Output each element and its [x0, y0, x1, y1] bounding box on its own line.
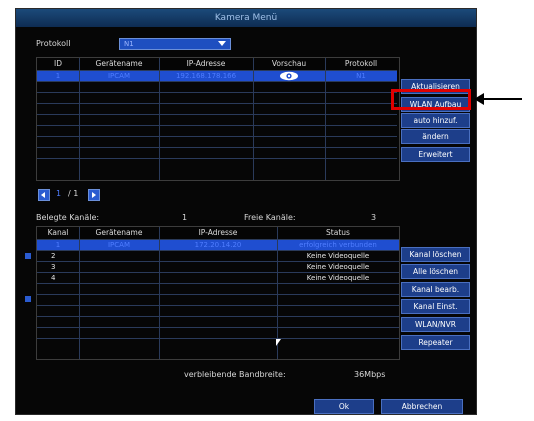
table-row[interactable] — [37, 338, 399, 349]
row-marker-icon — [25, 253, 31, 259]
cell-name: IPCAM — [107, 241, 130, 249]
free-channels-value: 3 — [371, 213, 377, 222]
table-row[interactable] — [37, 125, 397, 136]
edit-button[interactable]: ändern — [401, 129, 470, 144]
cell-name — [79, 262, 159, 272]
column-divider — [79, 227, 80, 359]
table-row[interactable]: 4 Keine Videoquelle — [37, 272, 399, 283]
table-row[interactable] — [37, 136, 397, 147]
cell-ip: 172.20.14.20 — [194, 241, 242, 249]
device-search-header: ID Gerätename IP-Adresse Vorschau Protokoll — [37, 58, 397, 70]
edit-channel-button[interactable]: Kanal bearb. — [401, 282, 470, 297]
cell-ch: 3 — [51, 263, 56, 271]
table-row[interactable]: 3 Keine Videoquelle — [37, 261, 399, 272]
cell-name — [79, 273, 159, 283]
table-row[interactable]: 1 IPCAM 172.20.14.20 erfolgreich verbunden — [37, 239, 399, 250]
table-row[interactable] — [37, 294, 399, 305]
column-header: Vorschau — [271, 59, 307, 68]
channel-table-header: Kanal Gerätename IP-Adresse Status — [37, 227, 399, 239]
protocol-value: N1 — [124, 40, 134, 48]
table-row[interactable] — [37, 283, 399, 294]
used-channels-label: Belegte Kanäle: — [36, 213, 100, 222]
column-divider — [79, 58, 80, 180]
cancel-button[interactable]: Abbrechen — [381, 399, 463, 414]
bandwidth-label: verbleibende Bandbreite: — [184, 370, 286, 379]
column-header: Kanal — [47, 228, 69, 237]
cell-ip — [159, 262, 277, 272]
free-channels-label: Freie Kanäle: — [244, 213, 296, 222]
channel-settings-button[interactable]: Kanal Einst. — [401, 299, 470, 314]
page-next-button[interactable] — [88, 189, 100, 201]
advanced-button[interactable]: Erweitert — [401, 147, 470, 162]
cell-ch: 1 — [55, 241, 61, 249]
table-row[interactable]: 2 Keine Videoquelle — [37, 250, 399, 261]
auto-add-button[interactable]: auto hinzuf. — [401, 113, 470, 128]
protocol-select[interactable]: N1 — [119, 38, 231, 50]
page-prev-button[interactable] — [38, 189, 50, 201]
column-header: Gerätename — [95, 228, 143, 237]
used-channels-value: 1 — [182, 213, 188, 222]
column-header: ID — [54, 59, 62, 68]
table-row[interactable] — [37, 327, 399, 338]
protocol-label: Protokoll — [36, 39, 71, 48]
highlight-box — [391, 89, 471, 110]
column-divider — [325, 58, 326, 180]
column-divider — [159, 58, 160, 180]
table-row[interactable] — [37, 316, 399, 327]
table-row[interactable] — [37, 147, 397, 158]
cell-status: Keine Videoquelle — [306, 274, 370, 282]
column-divider — [159, 227, 160, 359]
bandwidth-value: 36Mbps — [354, 370, 386, 379]
table-row[interactable]: 1 IPCAM 192.168.178.166 N1 — [37, 70, 397, 81]
ok-button[interactable]: Ok — [314, 399, 374, 414]
column-header: Protokoll — [344, 59, 378, 68]
cell-protocol: N1 — [356, 72, 366, 80]
cell-ip: 192.168.178.166 — [175, 72, 237, 80]
camera-menu-window: Kamera Menü Protokoll N1 ID Gerätename IP-… — [15, 8, 477, 415]
delete-channel-button[interactable]: Kanal löschen — [401, 247, 470, 262]
cell-status: Keine Videoquelle — [306, 252, 370, 260]
cell-ch: 2 — [51, 252, 56, 260]
page-total: / 1 — [68, 189, 79, 198]
cell-id: 1 — [55, 72, 61, 80]
table-row[interactable] — [37, 81, 397, 92]
row-marker-icon — [25, 296, 31, 302]
cell-ip — [159, 273, 277, 283]
cell-name: IPCAM — [107, 72, 130, 80]
cell-status: erfolgreich verbunden — [299, 241, 377, 249]
cell-name — [79, 251, 159, 261]
channel-table: Kanal Gerätename IP-Adresse Status 1 IPCAM 17… — [36, 226, 400, 360]
table-row[interactable] — [37, 103, 397, 114]
mouse-cursor-icon — [276, 339, 281, 346]
eye-icon — [253, 71, 325, 81]
cell-ch: 4 — [51, 274, 56, 282]
device-search-rows: 1 IPCAM 192.168.178.166 N1 — [37, 70, 397, 169]
window-title: Kamera Menü — [16, 9, 476, 27]
column-divider — [253, 58, 254, 180]
table-row[interactable] — [37, 305, 399, 316]
table-row[interactable] — [37, 158, 397, 169]
column-header: IP-Adresse — [186, 59, 226, 68]
column-header: IP-Adresse — [198, 228, 238, 237]
page-current: 1 — [56, 189, 62, 198]
cell-ip — [159, 251, 277, 261]
table-row[interactable] — [37, 114, 397, 125]
device-search-table: ID Gerätename IP-Adresse Vorschau Protokoll … — [36, 57, 400, 181]
table-row[interactable] — [37, 92, 397, 103]
channel-table-rows: 1 IPCAM 172.20.14.20 erfolgreich verbunden 2… — [37, 239, 399, 349]
column-header: Gerätename — [95, 59, 143, 68]
delete-all-button[interactable]: Alle löschen — [401, 264, 470, 279]
cell-status: Keine Videoquelle — [306, 263, 370, 271]
column-header: Status — [326, 228, 350, 237]
chevron-down-icon — [218, 41, 226, 46]
repeater-button[interactable]: Repeater — [401, 335, 470, 350]
wlan-nvr-button[interactable]: WLAN/NVR — [401, 317, 470, 332]
arrow-shaft — [482, 98, 522, 100]
